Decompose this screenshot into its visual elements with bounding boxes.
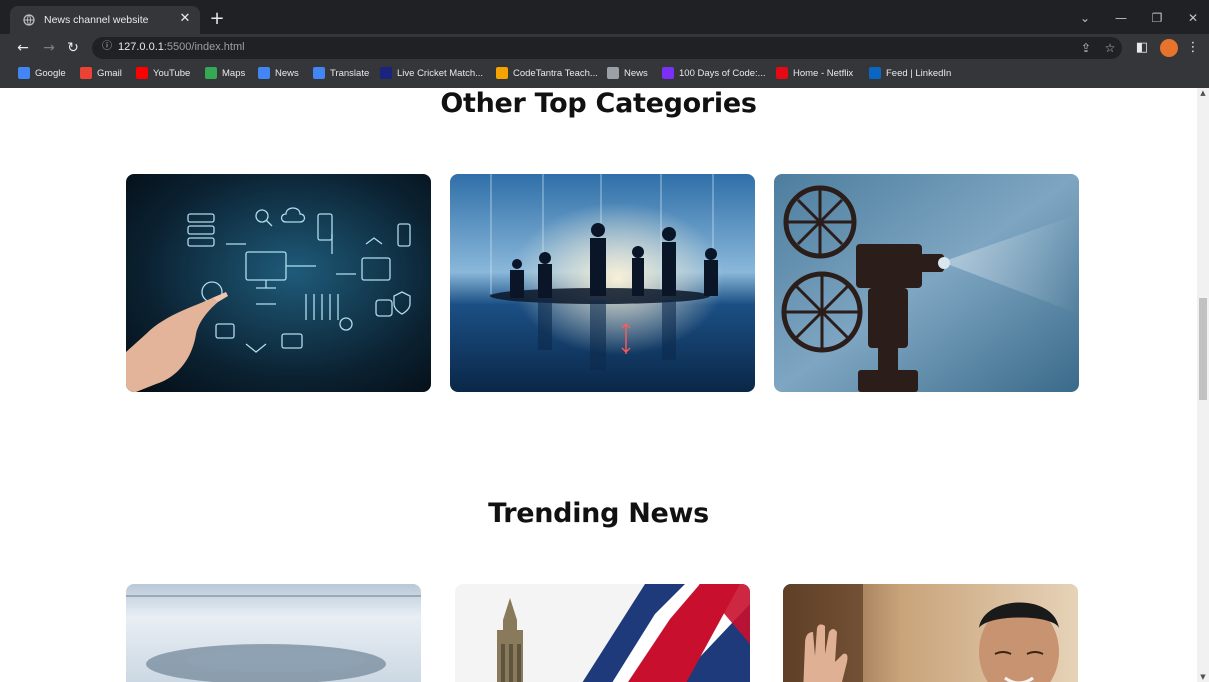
bookmark-label: Live Cricket Match... [397,67,484,79]
bookmark-label: Home - Netflix [793,67,854,79]
profile-avatar[interactable] [1160,39,1178,57]
bookmark-3[interactable]: YouTube [136,67,190,79]
bookmark-label: Translate [330,67,370,79]
bookmark-2[interactable]: Gmail [80,67,122,79]
entertainment-card[interactable] [774,174,1079,392]
youtube-icon [136,67,148,79]
restore-button[interactable]: ❐ [1147,10,1167,26]
scroll-up-icon[interactable]: ▲ [1197,88,1209,98]
google-icon [18,67,30,79]
categories-heading: Other Top Categories [440,88,757,119]
site-info-icon[interactable]: ⓘ [100,40,114,54]
address-bar[interactable]: ⓘ 127.0.0.1:5500/index.html ⇪ ☆ [92,37,1122,59]
share-icon[interactable]: ⇪ [1078,40,1094,56]
reload-icon[interactable]: ↻ [64,39,82,57]
bookmark-label: News [624,67,648,79]
bookmark-label: News [275,67,299,79]
tab-search-icon[interactable]: ⌄ [1075,10,1095,26]
hundred-days-icon [662,67,674,79]
scrollbar-thumb[interactable] [1199,298,1207,400]
trending-heading: Trending News [488,498,709,529]
translate-icon [313,67,325,79]
bookmark-star-icon[interactable]: ☆ [1102,40,1118,56]
bookmark-11[interactable]: Home - Netflix [776,67,853,79]
menu-kebab-icon[interactable]: ⋮ [1184,39,1202,57]
technology-card[interactable] [126,174,431,392]
bookmark-8[interactable]: CodeTantra Teach... [496,67,598,79]
bookmark-5[interactable]: News [258,67,299,79]
bookmark-label: YouTube [153,67,191,79]
url-text: 127.0.0.1:5500/index.html [118,41,245,53]
maps-icon [205,67,217,79]
browser-chrome: News channel website ✕ + ⌄ — ❐ ✕ ← → ↻ ⓘ… [0,0,1209,89]
tab-close-icon[interactable]: ✕ [178,12,192,26]
bookmarks-bar: Google Gmail YouTube Maps News Translate Live … [0,62,1209,89]
bookmark-label: 100 Days of Code:... [679,67,766,79]
forward-arrow-icon[interactable]: → [40,39,58,57]
close-window-button[interactable]: ✕ [1183,10,1203,26]
trending-card-ice[interactable] [126,584,421,682]
bookmark-label: Maps [222,67,246,79]
cricket-icon [380,67,392,79]
linkedin-icon [869,67,881,79]
tab-title: News channel website [44,14,149,26]
page-content: Other Top Categories Trending News [0,88,1197,682]
bookmark-4[interactable]: Maps [205,67,245,79]
bookmark-label: Google [35,67,66,79]
toolbar: ← → ↻ ⓘ 127.0.0.1:5500/index.html ⇪ ☆ ◧ … [0,34,1209,62]
bookmark-1[interactable]: Google [18,67,66,79]
minimize-button[interactable]: — [1111,10,1131,26]
scroll-down-icon[interactable]: ▼ [1197,672,1209,682]
new-tab-button[interactable]: + [208,10,226,28]
bookmark-10[interactable]: 100 Days of Code:... [662,67,766,79]
trending-card-person[interactable] [783,584,1078,682]
trending-card-uk[interactable] [455,584,750,682]
bookmark-6[interactable]: Translate [313,67,369,79]
codetantra-icon [496,67,508,79]
business-card[interactable] [450,174,755,392]
globe-icon [22,13,36,27]
tab-news-channel[interactable]: News channel website ✕ [10,6,200,34]
bookmark-label: CodeTantra Teach... [513,67,598,79]
page-scrollbar[interactable]: ▲ ▼ [1197,88,1209,682]
bookmark-9[interactable]: News [607,67,648,79]
news-icon [258,67,270,79]
netflix-icon [776,67,788,79]
gmail-icon [80,67,92,79]
tab-bar: News channel website ✕ + ⌄ — ❐ ✕ [0,0,1209,34]
bookmark-label: Feed | LinkedIn [886,67,952,79]
back-arrow-icon[interactable]: ← [14,39,32,57]
bookmark-label: Gmail [97,67,122,79]
side-panel-icon[interactable]: ◧ [1133,39,1151,57]
bookmark-12[interactable]: Feed | LinkedIn [869,67,951,79]
globe-icon [607,67,619,79]
bookmark-7[interactable]: Live Cricket Match... [380,67,483,79]
